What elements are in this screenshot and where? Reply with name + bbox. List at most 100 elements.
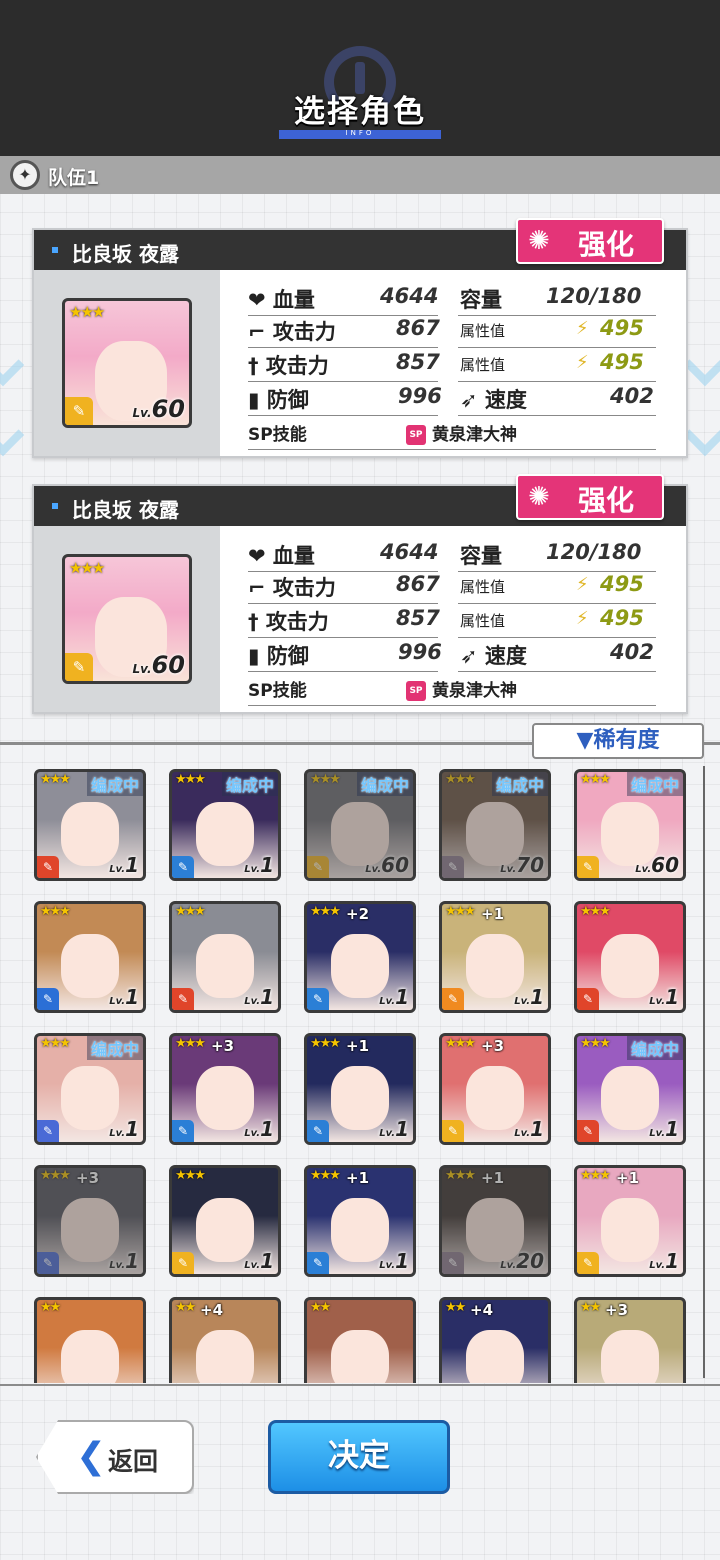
in-formation-badge: 编成中 [626, 1036, 683, 1060]
character-tile[interactable]: ★★★ ✎ Lv.1 编成中 [574, 1033, 686, 1145]
limit-break-count: +1 [346, 1169, 370, 1187]
rarity-stars: ★★★ [445, 904, 476, 919]
tile-face [61, 1330, 119, 1383]
capacity-label: 容量 [460, 288, 502, 312]
rarity-stars: ★★★ [445, 1036, 476, 1051]
weapon-type-icon: ✎ [172, 856, 194, 878]
level-badge: Lv.60 [132, 395, 185, 423]
character-tile[interactable]: ★★★ ✎ Lv.1 [169, 1165, 281, 1277]
attr-value: 495 [600, 606, 644, 630]
character-tile[interactable]: ★★ [304, 1297, 416, 1383]
shield-icon: ▮ [248, 644, 260, 668]
roster-scrollbar[interactable] [703, 766, 705, 1378]
character-tile[interactable]: ★★★ ✎ Lv.60 编成中 [304, 769, 416, 881]
character-tile[interactable]: ★★★ +1 ✎ Lv.1 [574, 1165, 686, 1277]
chevron-left-icon: ❮ [76, 1436, 107, 1477]
rarity-stars: ★★★ [175, 772, 206, 787]
enhance-button[interactable]: ✺ 强化 [516, 218, 664, 264]
character-tile[interactable]: ★★ +4 [439, 1297, 551, 1383]
back-button[interactable]: ❮ 返回 [36, 1420, 194, 1494]
rarity-stars: ★★★ [175, 904, 206, 919]
character-tile[interactable]: ★★★ +3 ✎ Lv.1 [439, 1033, 551, 1145]
tile-face [601, 1330, 659, 1383]
character-portrait[interactable]: ★★★ ✎ Lv.60 [62, 298, 192, 428]
enhance-button[interactable]: ✺ 强化 [516, 474, 664, 520]
wing-icon: ➶ [460, 644, 478, 668]
character-tile[interactable]: ★★★ +2 ✎ Lv.1 [304, 901, 416, 1013]
lightning-icon: ⚡ [576, 318, 589, 339]
character-tile[interactable]: ★★★ +3 ✎ Lv.1 [34, 1165, 146, 1277]
team-emblem-icon[interactable]: ✦ [10, 160, 40, 190]
limit-break-count: +3 [481, 1037, 505, 1055]
hp-label: ❤ 血量 [248, 288, 315, 312]
weapon-type-icon: ✎ [577, 988, 599, 1010]
character-tile[interactable]: ★★ +4 [169, 1297, 281, 1383]
stat-row: ▮ 防御 996 ➶ 速度 402 [248, 382, 656, 416]
level-badge: Lv.1 [379, 1249, 409, 1273]
rarity-stars: ★★★ [580, 904, 611, 919]
melee-attack-value: 857 [396, 606, 440, 630]
weapon-type-icon: ✎ [307, 1252, 329, 1274]
level-badge: Lv.1 [244, 1249, 274, 1273]
character-portrait[interactable]: ★★★ ✎ Lv.60 [62, 554, 192, 684]
enhance-icon: ✺ [528, 226, 550, 256]
character-tile[interactable]: ★★★ ✎ Lv.60 编成中 [574, 769, 686, 881]
in-formation-badge: 编成中 [626, 772, 683, 796]
confirm-button[interactable]: 决定 [268, 1420, 450, 1494]
character-tile[interactable]: ★★★ +3 ✎ Lv.1 [169, 1033, 281, 1145]
in-formation-badge: 编成中 [356, 772, 413, 796]
character-tile[interactable]: ★★★ ✎ Lv.70 编成中 [439, 769, 551, 881]
character-tile[interactable]: ★★★ +1 ✎ Lv.20 [439, 1165, 551, 1277]
weapon-type-icon: ✎ [65, 397, 93, 425]
sort-rarity-button[interactable]: ▼稀有度 [532, 723, 704, 759]
character-tile[interactable]: ★★ +3 [574, 1297, 686, 1383]
hp-value: 4644 [380, 540, 439, 564]
weapon-type-icon: ✎ [172, 1252, 194, 1274]
character-tile[interactable]: ★★★ ✎ Lv.1 编成中 [34, 769, 146, 881]
speed-value: 402 [610, 640, 654, 664]
level-badge: Lv.1 [649, 1117, 679, 1141]
level-badge: Lv.1 [379, 985, 409, 1009]
weapon-type-icon: ✎ [442, 988, 464, 1010]
sword-icon: † [248, 354, 259, 378]
footer-divider [0, 1384, 720, 1386]
unavailable-overlay [442, 1168, 548, 1274]
level-badge: Lv.1 [109, 1117, 139, 1141]
in-formation-badge: 编成中 [86, 772, 143, 796]
back-label: 返回 [108, 1447, 159, 1476]
character-tile[interactable]: ★★★ ✎ Lv.1 [34, 901, 146, 1013]
sp-label: SP技能 [248, 425, 307, 445]
character-tile[interactable]: ★★★ ✎ Lv.1 [169, 901, 281, 1013]
stat-row: ▮ 防御 996 ➶ 速度 402 [248, 638, 656, 672]
page-title: 选择角色 [294, 94, 426, 130]
character-tile[interactable]: ★★★ ✎ Lv.1 编成中 [169, 769, 281, 881]
gun-attack-value: 867 [396, 316, 440, 340]
rarity-stars: ★★★ [310, 1036, 341, 1051]
weapon-type-icon: ✎ [577, 856, 599, 878]
defense-label: ▮ 防御 [248, 644, 309, 668]
unavailable-overlay [37, 1168, 143, 1274]
character-roster-list[interactable]: ★★★ ✎ Lv.1 编成中 ★★★ ✎ Lv.1 编成中 ★★★ ✎ Lv.60 编成中 ★★★ ✎ Lv… [0, 765, 700, 1383]
stat-row: † 攻击力 857 属性值 ⚡ 495 [248, 348, 656, 382]
attr-label: 属性值 [460, 578, 506, 596]
sp-skill: SP 黄泉津大神 [406, 420, 517, 445]
capacity-value: 120/180 [546, 540, 642, 564]
in-formation-badge: 编成中 [491, 772, 548, 796]
weapon-type-icon: ✎ [37, 988, 59, 1010]
weapon-type-icon: ✎ [577, 1120, 599, 1142]
character-tile[interactable]: ★★★ +1 ✎ Lv.1 [304, 1165, 416, 1277]
lightning-icon: ⚡ [576, 352, 589, 373]
character-tile[interactable]: ★★★ ✎ Lv.1 编成中 [34, 1033, 146, 1145]
wing-icon: ➶ [460, 388, 478, 412]
stat-row: † 攻击力 857 属性值 ⚡ 495 [248, 604, 656, 638]
gun-icon: ⌐ [248, 320, 266, 344]
character-tile[interactable]: ★★★ ✎ Lv.1 [574, 901, 686, 1013]
character-tile[interactable]: ★★★ +1 ✎ Lv.1 [304, 1033, 416, 1145]
rarity-stars: ★★★ [40, 904, 71, 919]
limit-break-count: +1 [616, 1169, 640, 1187]
character-tile[interactable]: ★★ [34, 1297, 146, 1383]
limit-break-count: +1 [481, 905, 505, 923]
enhance-icon: ✺ [528, 482, 550, 512]
rarity-stars: ★★★ [580, 1168, 611, 1183]
character-tile[interactable]: ★★★ +1 ✎ Lv.1 [439, 901, 551, 1013]
